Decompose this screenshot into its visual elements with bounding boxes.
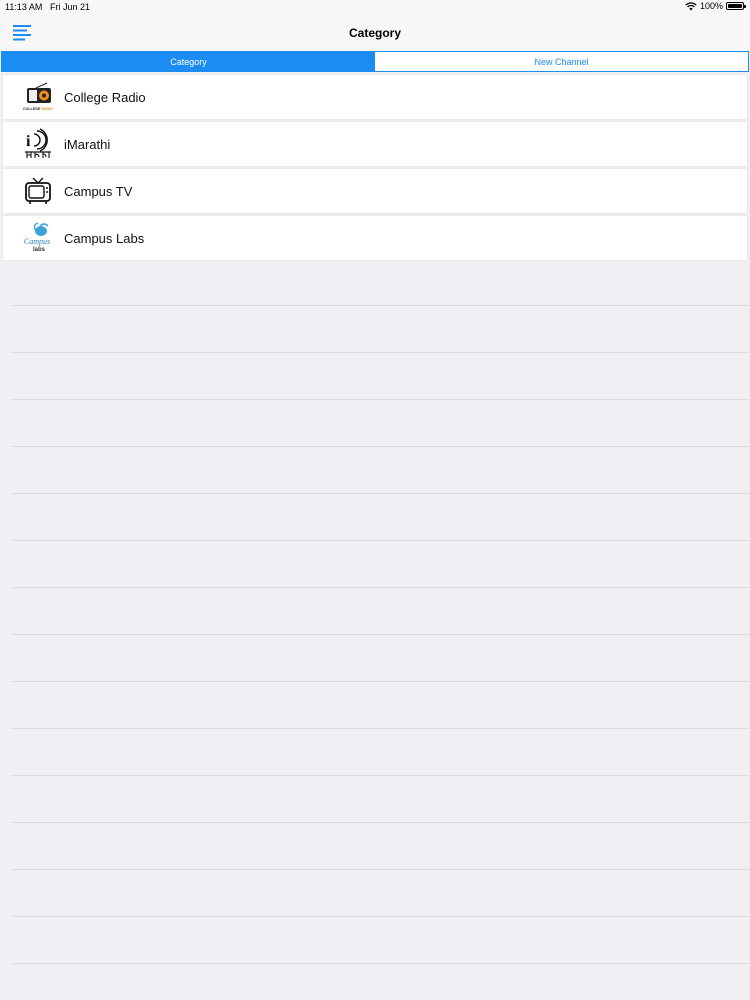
empty-table-area (0, 259, 750, 1000)
svg-text:i: i (26, 133, 31, 150)
svg-text:COLLEGE RADIO: COLLEGE RADIO (23, 107, 53, 111)
row-separator (12, 540, 750, 541)
category-list: COLLEGE RADIO College Radio i iMarathi C… (3, 75, 747, 263)
row-separator (12, 775, 750, 776)
status-right: 100% (685, 1, 746, 11)
row-separator (12, 681, 750, 682)
list-item-label: Campus TV (64, 183, 133, 199)
svg-text:Campus: Campus (24, 237, 50, 246)
row-separator (12, 963, 750, 964)
row-separator (12, 493, 750, 494)
list-item-label: College Radio (64, 89, 146, 105)
radio-icon: COLLEGE RADIO (20, 79, 56, 115)
list-item-label: Campus Labs (64, 230, 145, 246)
list-item-college-radio[interactable]: COLLEGE RADIO College Radio (3, 75, 747, 119)
segmented-control: Category New Channel (1, 51, 749, 72)
navigation-bar: Category (0, 14, 750, 52)
row-separator (12, 916, 750, 917)
row-separator (12, 399, 750, 400)
tab-category[interactable]: Category (2, 52, 375, 71)
imarathi-logo-icon: i (20, 126, 56, 162)
list-item-campus-tv[interactable]: Campus TV (3, 169, 747, 213)
status-date: Fri Jun 21 (50, 2, 91, 12)
row-separator (12, 587, 750, 588)
row-separator (12, 446, 750, 447)
battery-percent: 100% (699, 1, 723, 11)
status-bar: 11:13 AM Fri Jun 21 100% (0, 0, 750, 14)
page-title: Category (348, 26, 401, 40)
list-item-label: iMarathi (64, 136, 111, 152)
row-separator (12, 822, 750, 823)
campus-labs-logo-icon: Campus labs (20, 220, 56, 256)
row-separator (12, 869, 750, 870)
row-separator (12, 352, 750, 353)
row-separator (12, 305, 750, 306)
svg-text:labs: labs (33, 247, 46, 253)
row-separator (12, 634, 750, 635)
row-separator (12, 728, 750, 729)
wifi-icon (685, 1, 697, 10)
tab-new-channel[interactable]: New Channel (375, 52, 748, 71)
tv-icon (20, 173, 56, 209)
list-item-campus-labs[interactable]: Campus labs Campus Labs (3, 216, 747, 260)
status-time: 11:13 AM (5, 2, 43, 12)
battery-icon (726, 2, 746, 10)
list-item-imarathi[interactable]: i iMarathi (3, 122, 747, 166)
